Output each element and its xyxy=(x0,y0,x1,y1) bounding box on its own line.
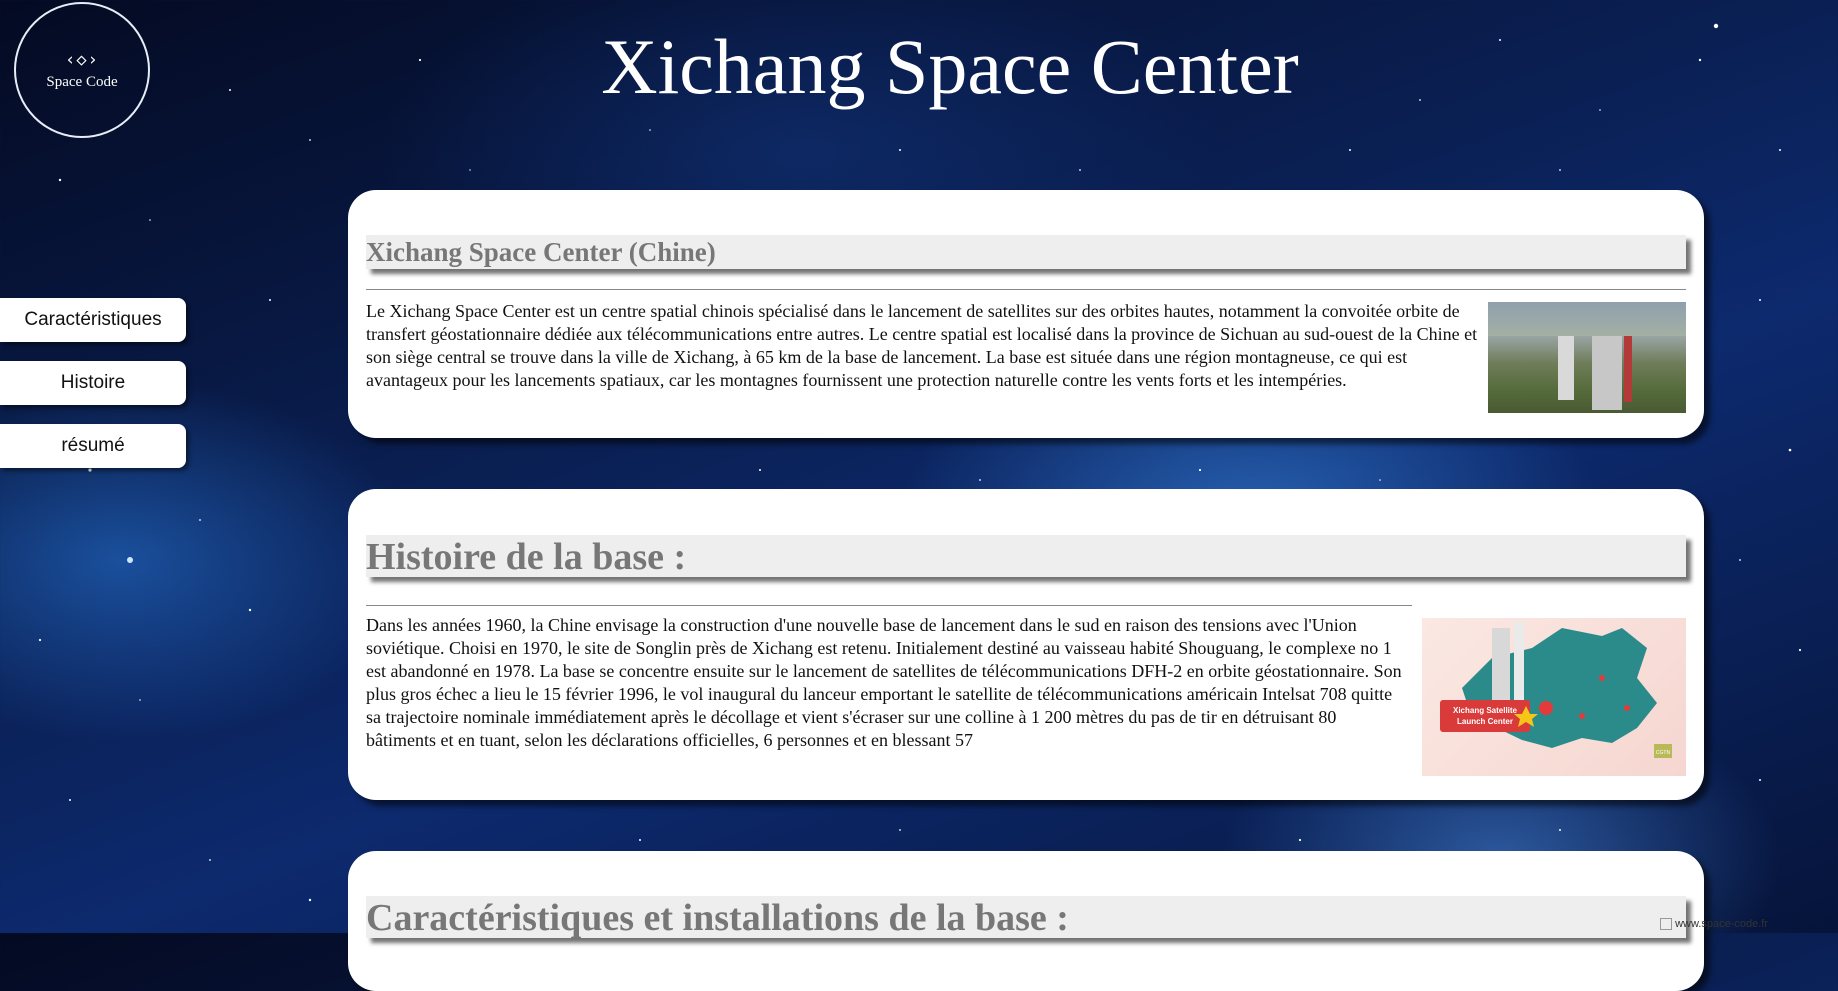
broken-image-alt: www.space-code.fr xyxy=(1675,918,1768,930)
nav-item-histoire[interactable]: Histoire xyxy=(0,361,186,405)
section-divider xyxy=(366,289,1686,290)
broken-image: www.space-code.fr xyxy=(1660,918,1768,931)
section-heading: Histoire de la base : xyxy=(366,535,1686,578)
section-intro: Xichang Space Center (Chine) Le Xichang … xyxy=(348,190,1704,438)
map-label: Launch Center xyxy=(1457,717,1513,726)
side-navigation: Caractéristiques Histoire résumé xyxy=(0,298,186,487)
china-map-image: Xichang Satellite Launch Center CGTN xyxy=(1422,618,1686,776)
nav-item-caracteristiques[interactable]: Caractéristiques xyxy=(0,298,186,342)
map-badge: CGTN xyxy=(1656,750,1671,756)
section-heading: Caractéristiques et installations de la … xyxy=(366,896,1686,939)
broken-image-icon xyxy=(1660,918,1672,931)
launch-center-photo xyxy=(1488,302,1686,413)
nav-item-resume[interactable]: résumé xyxy=(0,424,186,468)
section-heading: Xichang Space Center (Chine) xyxy=(366,235,1686,269)
section-text: Le Xichang Space Center est un centre sp… xyxy=(366,301,1478,390)
page-title: Xichang Space Center xyxy=(601,23,1299,110)
section-text: Dans les années 1960, la Chine envisage … xyxy=(366,615,1402,750)
section-divider xyxy=(366,605,1412,606)
map-label: Xichang Satellite xyxy=(1453,706,1518,715)
section-history: Histoire de la base : Dans les années 19… xyxy=(348,489,1704,800)
section-features: Caractéristiques et installations de la … xyxy=(348,851,1704,991)
